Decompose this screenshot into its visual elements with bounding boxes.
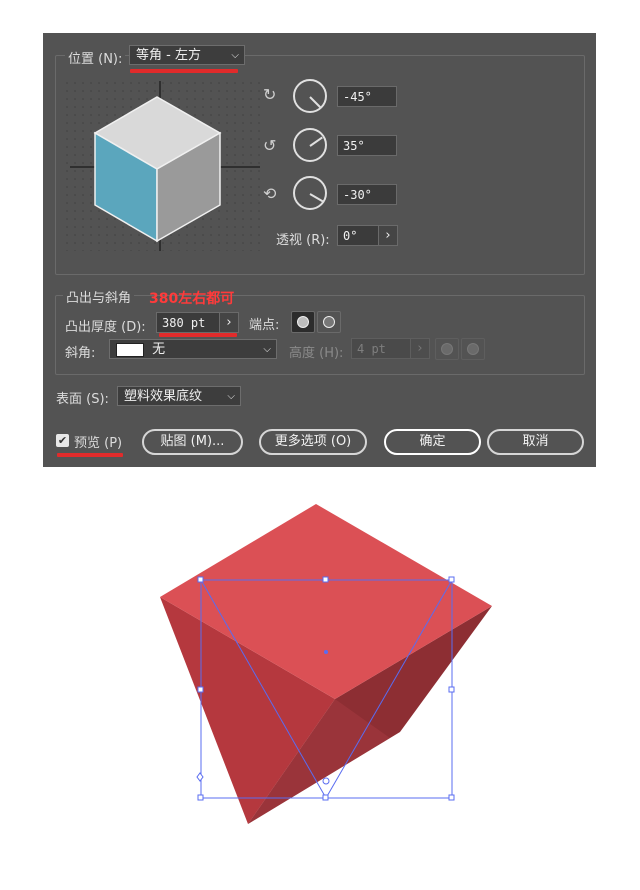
bevel-in-button[interactable] [461, 338, 485, 360]
bevel-height-slider-button[interactable]: › [410, 338, 430, 359]
bevel-select-value: 无 [152, 342, 166, 357]
rotate-y-input[interactable]: 35° [337, 135, 397, 156]
bevel-out-button[interactable] [435, 338, 459, 360]
extruded-shape-canvas [160, 504, 492, 824]
perspective-label: 透视 (R): [276, 233, 330, 248]
preview-checkbox[interactable]: ✔ [56, 434, 69, 447]
ok-button[interactable]: 确定 [384, 429, 481, 455]
rotate-z-icon: ⟲ [263, 184, 277, 203]
bevel-height-input[interactable]: 4 pt [351, 338, 411, 359]
rotate-y-dial[interactable] [293, 128, 327, 162]
depth-underline-annotation [159, 333, 237, 337]
rotate-y-icon: ↺ [263, 136, 277, 155]
preview-label[interactable]: 预览 (P) [74, 432, 122, 451]
chevron-down-icon: ⌵ [231, 50, 239, 61]
map-button[interactable]: 贴图 (M)... [142, 429, 243, 455]
extrude-depth-input[interactable]: 380 pt [156, 312, 220, 333]
position-select[interactable]: 等角 - 左方 ⌵ [129, 45, 245, 65]
extrude-depth-label: 凸出厚度 (D): [65, 320, 146, 335]
cancel-button[interactable]: 取消 [487, 429, 584, 455]
more-options-button[interactable]: 更多选项 (O) [259, 429, 367, 455]
chevron-down-icon: ⌵ [227, 391, 235, 402]
perspective-input[interactable]: 0° [337, 225, 379, 246]
preview-underline-annotation [57, 453, 123, 457]
rotate-x-dial[interactable] [293, 79, 327, 113]
cap-on-button[interactable] [291, 311, 315, 333]
bevel-height-label: 高度 (H): [289, 346, 344, 361]
bevel-select[interactable]: 无 ⌵ [109, 339, 277, 359]
perspective-slider-button[interactable]: › [378, 225, 398, 246]
position-label: 位置 (N): [65, 48, 126, 67]
cap-off-button[interactable] [317, 311, 341, 333]
rotate-z-dial[interactable] [293, 176, 327, 210]
position-underline-annotation [130, 69, 238, 73]
chevron-down-icon: ⌵ [263, 344, 271, 355]
rotate-x-icon: ↻ [263, 85, 277, 104]
extrude-depth-slider-button[interactable]: › [219, 312, 239, 333]
position-select-value: 等角 - 左方 [136, 48, 201, 63]
selection-center-point [324, 650, 328, 654]
bevel-swatch [116, 342, 144, 357]
extrude-bevel-label: 凸出与斜角 [63, 287, 135, 306]
bevel-label: 斜角: [65, 346, 96, 361]
surface-select[interactable]: 塑料效果底纹 ⌵ [117, 386, 241, 406]
surface-label: 表面 (S): [56, 392, 109, 407]
surface-select-value: 塑料效果底纹 [124, 389, 203, 404]
extrude-bevel-group [55, 295, 585, 375]
rotate-z-input[interactable]: -30° [337, 184, 397, 205]
3d-options-dialog: 位置 (N): 等角 - 左方 ⌵ ↻ -45° ↺ 35° ⟲ -30° 透视… [43, 33, 596, 467]
rotate-x-input[interactable]: -45° [337, 86, 397, 107]
depth-annotation: 380左右都可 [149, 291, 235, 307]
cap-label: 端点: [249, 318, 280, 333]
rotation-preview-cube[interactable] [65, 81, 265, 251]
